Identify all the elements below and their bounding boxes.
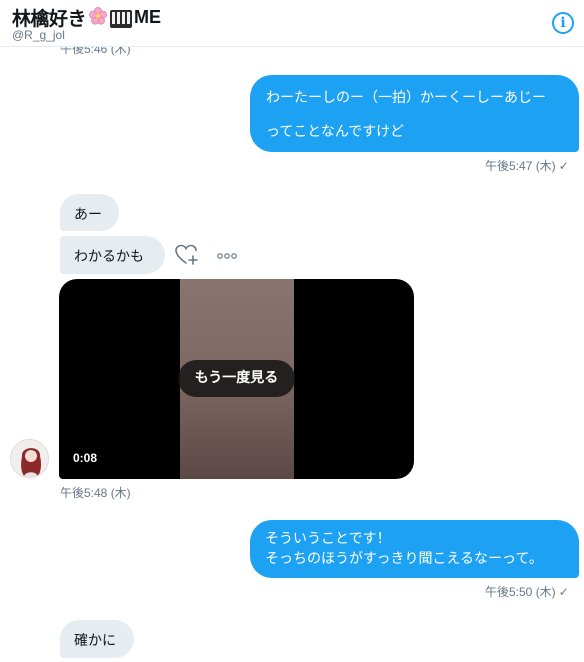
avatar[interactable] — [10, 439, 49, 478]
more-options-icon[interactable] — [217, 253, 237, 259]
incoming-message-bubble[interactable]: 確かに — [60, 620, 134, 658]
read-check-icon: ✓ — [558, 585, 569, 599]
user-handle: @R_g_jol — [12, 28, 65, 42]
incoming-message-bubble[interactable]: あー — [60, 194, 119, 231]
message-text: 確かに — [74, 633, 116, 649]
replay-button[interactable]: もう一度見る — [178, 360, 295, 397]
message-text-line: そういうことです！ — [265, 531, 391, 547]
piano-keys-icon — [110, 9, 133, 28]
conversation-title[interactable]: 林檎好き ME — [12, 4, 161, 31]
display-name: 林檎好き — [12, 8, 87, 30]
timestamp-text: 午後5:47 (木) — [485, 159, 556, 173]
message-text-line: そっちのほうがすっきり聞こえるなーって。 — [265, 551, 543, 567]
display-name-suffix: ME — [134, 7, 162, 27]
info-icon[interactable]: i — [552, 12, 574, 34]
message-timestamp: 午後5:48 (木) — [60, 486, 131, 500]
cherry-blossom-icon — [88, 6, 108, 30]
add-reaction-heart-icon[interactable] — [175, 244, 199, 266]
video-message[interactable]: もう一度見る 0:08 — [59, 279, 414, 479]
incoming-message-bubble[interactable]: わかるかも — [60, 236, 165, 274]
conversation-header: 林檎好き ME @R_g_jol i — [0, 0, 584, 47]
timestamp-text: 午後5:50 (木) — [485, 585, 556, 599]
video-duration: 0:08 — [73, 451, 98, 465]
message-timestamp: 午後5:47 (木) ✓ — [485, 157, 569, 174]
message-text-line: わーたーしのー（一拍）かーくーしーあじー — [266, 90, 546, 106]
read-check-icon: ✓ — [558, 159, 569, 173]
outgoing-message-bubble[interactable]: そういうことです！ そっちのほうがすっきり聞こえるなーって。 — [250, 520, 579, 578]
message-text: あー — [74, 207, 102, 223]
message-text-line: ってことなんですけど — [266, 124, 405, 140]
message-timestamp: 午後5:50 (木) ✓ — [485, 583, 569, 600]
message-text: わかるかも — [74, 249, 144, 265]
outgoing-message-bubble[interactable]: わーたーしのー（一拍）かーくーしーあじー ってことなんですけど — [250, 75, 579, 152]
